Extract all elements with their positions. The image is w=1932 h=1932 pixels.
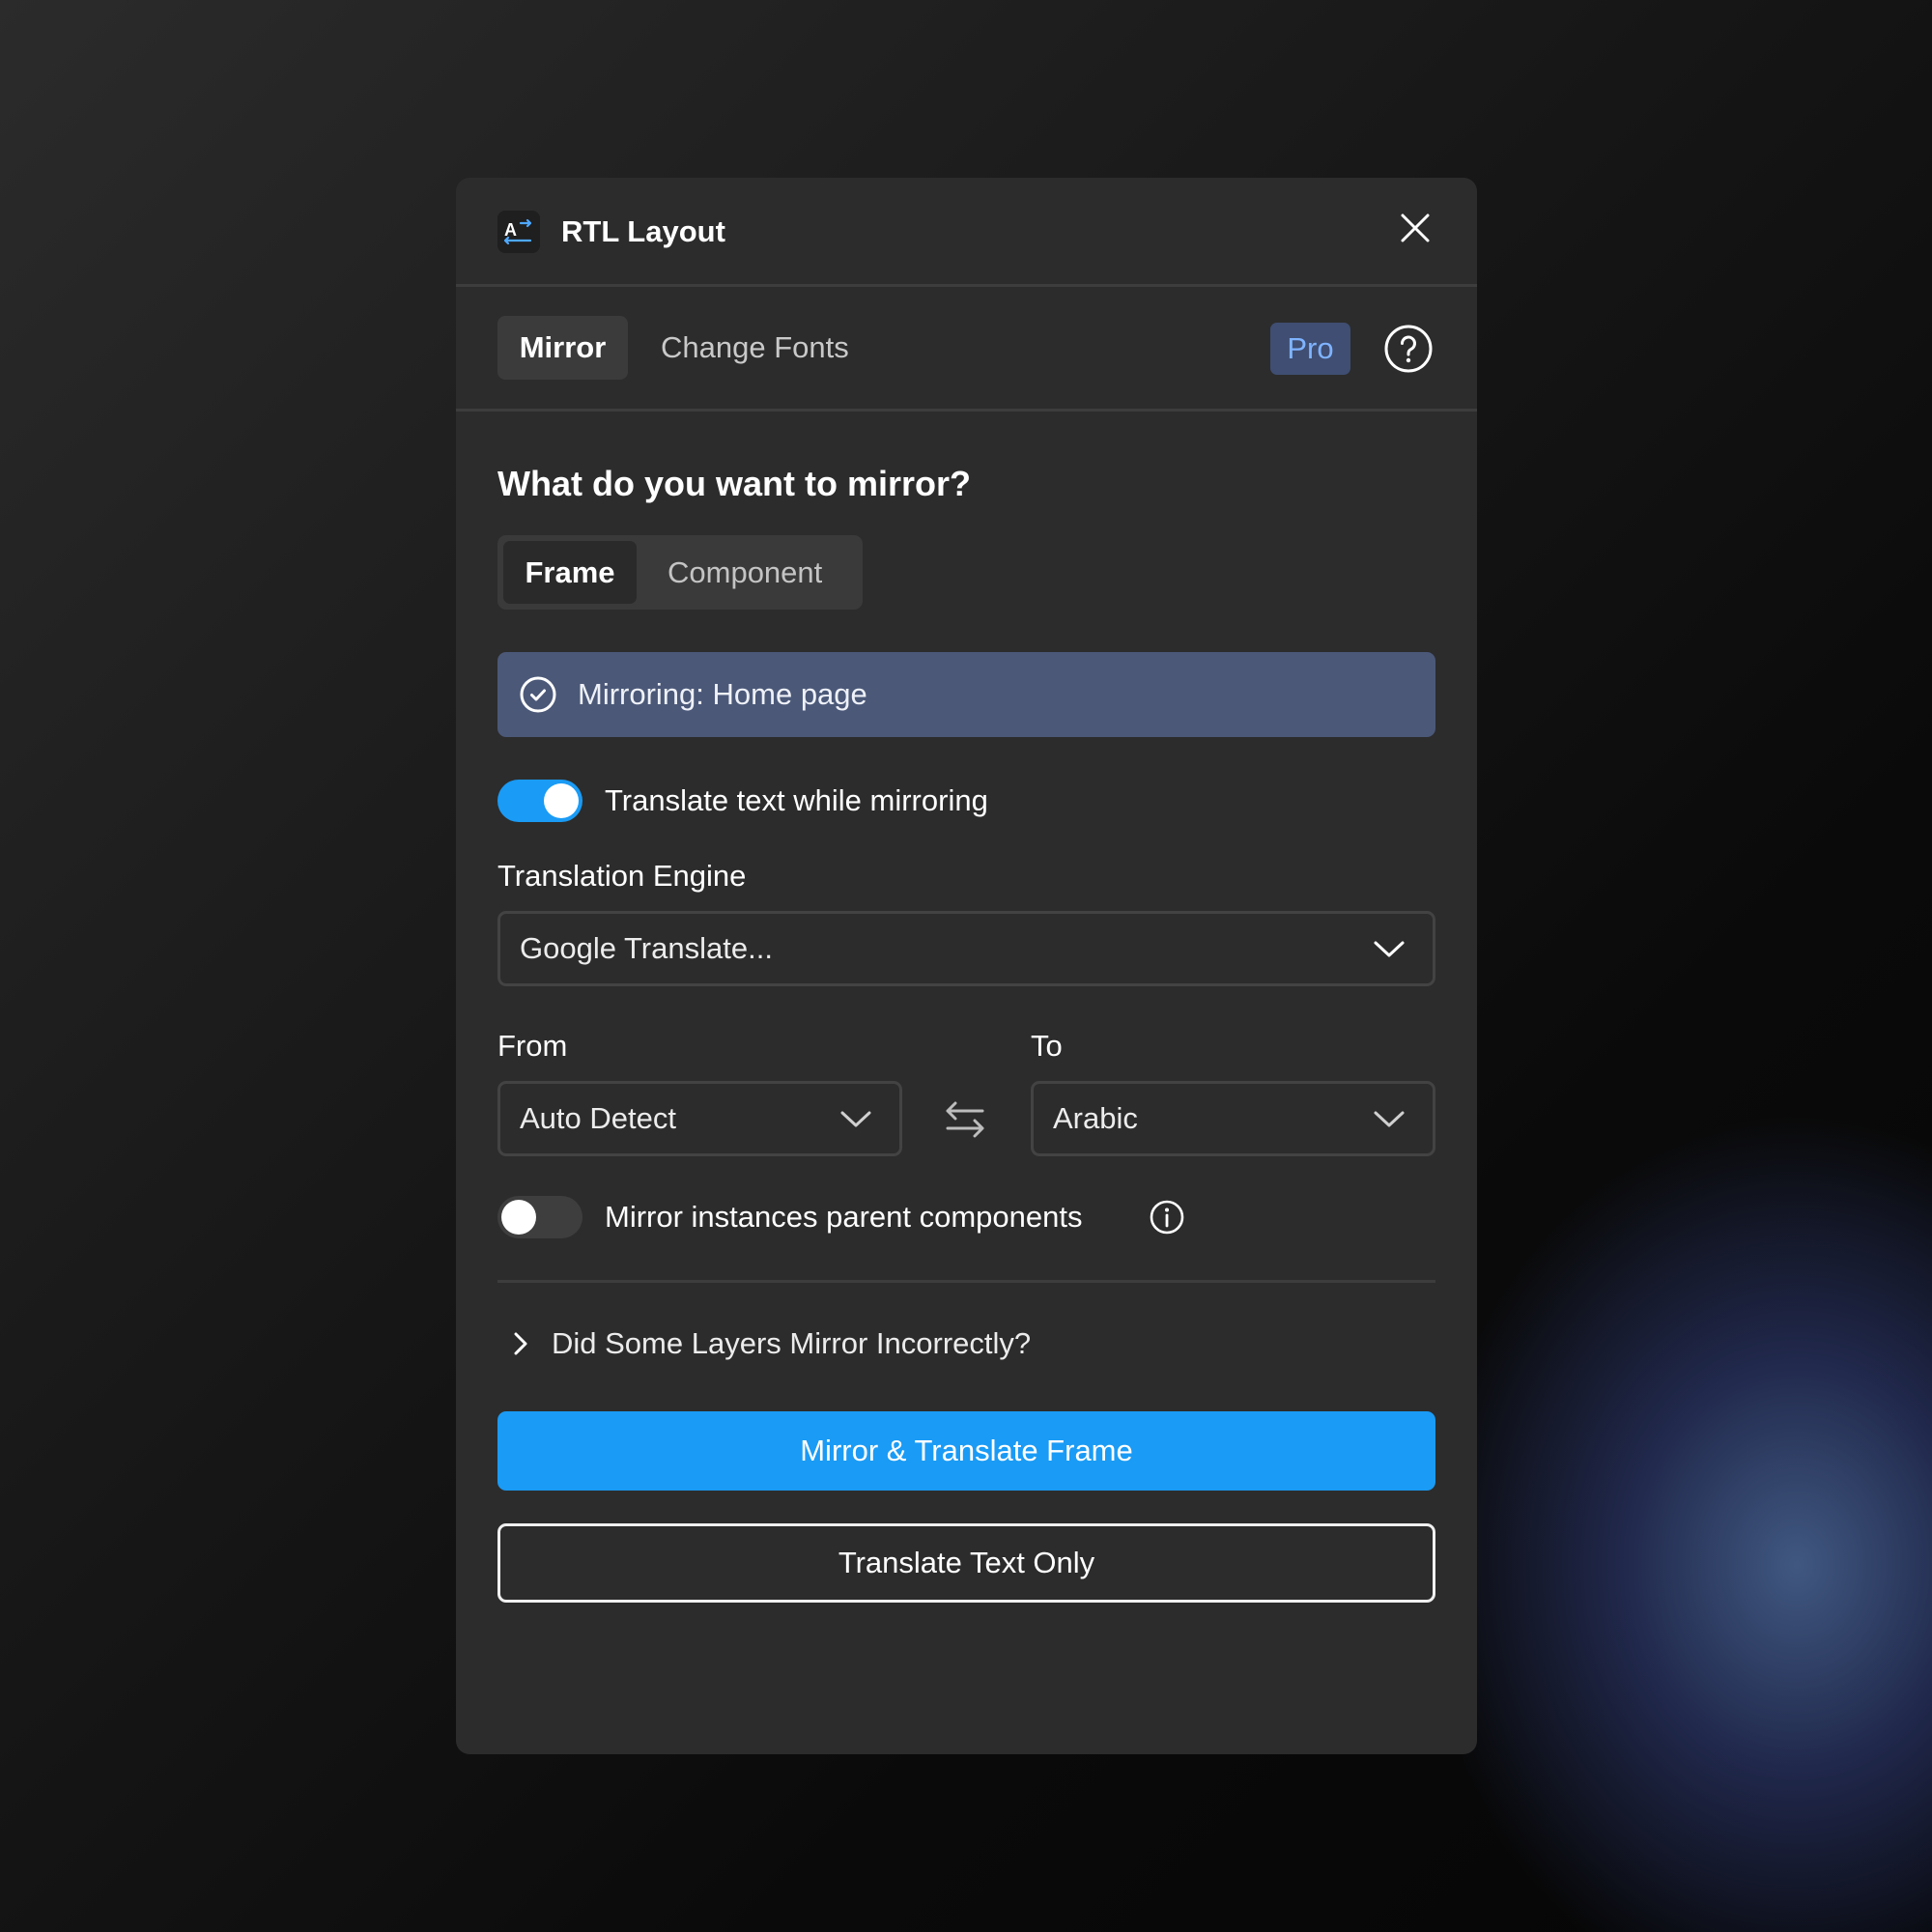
translate-text-toggle[interactable] (497, 780, 582, 822)
from-language-select[interactable]: Auto Detect (497, 1081, 902, 1156)
segment-component[interactable]: Component (668, 541, 822, 604)
mirror-instances-toggle-label: Mirror instances parent components (605, 1200, 1083, 1234)
tab-bar: Mirror Change Fonts Pro (456, 287, 1477, 412)
from-language-value: Auto Detect (520, 1101, 676, 1135)
to-label: To (1031, 1029, 1063, 1063)
chevron-down-icon (1374, 1111, 1405, 1127)
mirror-translate-frame-button[interactable]: Mirror & Translate Frame (497, 1411, 1435, 1491)
info-icon[interactable] (1149, 1199, 1185, 1236)
tab-mirror[interactable]: Mirror (497, 316, 628, 380)
translate-text-toggle-label: Translate text while mirroring (605, 783, 988, 817)
pro-badge[interactable]: Pro (1270, 323, 1350, 375)
toggle-knob (501, 1200, 536, 1235)
segment-frame[interactable]: Frame (503, 541, 637, 604)
disclosure-label: Did Some Layers Mirror Incorrectly? (552, 1326, 1032, 1360)
panel-title: RTL Layout (561, 214, 725, 248)
chevron-down-icon (840, 1111, 871, 1127)
translation-engine-select[interactable]: Google Translate... (497, 911, 1435, 986)
panel-header: A RTL Layout (456, 178, 1477, 287)
to-language-select[interactable]: Arabic (1031, 1081, 1435, 1156)
check-circle-icon (519, 675, 557, 714)
divider (497, 1280, 1435, 1283)
chevron-right-icon (514, 1332, 527, 1355)
translate-text-only-button[interactable]: Translate Text Only (497, 1523, 1435, 1603)
tab-change-fonts[interactable]: Change Fonts (661, 316, 849, 380)
mirror-question-heading: What do you want to mirror? (497, 464, 971, 503)
swap-languages-icon[interactable] (942, 1096, 988, 1143)
incorrect-mirror-disclosure[interactable]: Did Some Layers Mirror Incorrectly? (497, 1321, 1077, 1366)
mirroring-status-text: Mirroring: Home page (578, 677, 867, 711)
from-label: From (497, 1029, 568, 1063)
close-icon[interactable] (1396, 209, 1435, 247)
chevron-down-icon (1374, 941, 1405, 957)
svg-text:A: A (504, 220, 517, 240)
translate-icon: A (497, 211, 540, 253)
translation-engine-label: Translation Engine (497, 859, 747, 893)
mirror-target-segmented-control: Frame Component (497, 535, 863, 610)
to-language-value: Arabic (1053, 1101, 1138, 1135)
rtl-layout-panel: A RTL Layout Mirror Change Fonts Pro Wha… (456, 178, 1477, 1754)
translation-engine-value: Google Translate... (520, 931, 773, 965)
toggle-knob (544, 783, 579, 818)
mirror-instances-toggle[interactable] (497, 1196, 582, 1238)
help-icon[interactable] (1383, 324, 1434, 374)
mirroring-status-banner: Mirroring: Home page (497, 652, 1435, 737)
